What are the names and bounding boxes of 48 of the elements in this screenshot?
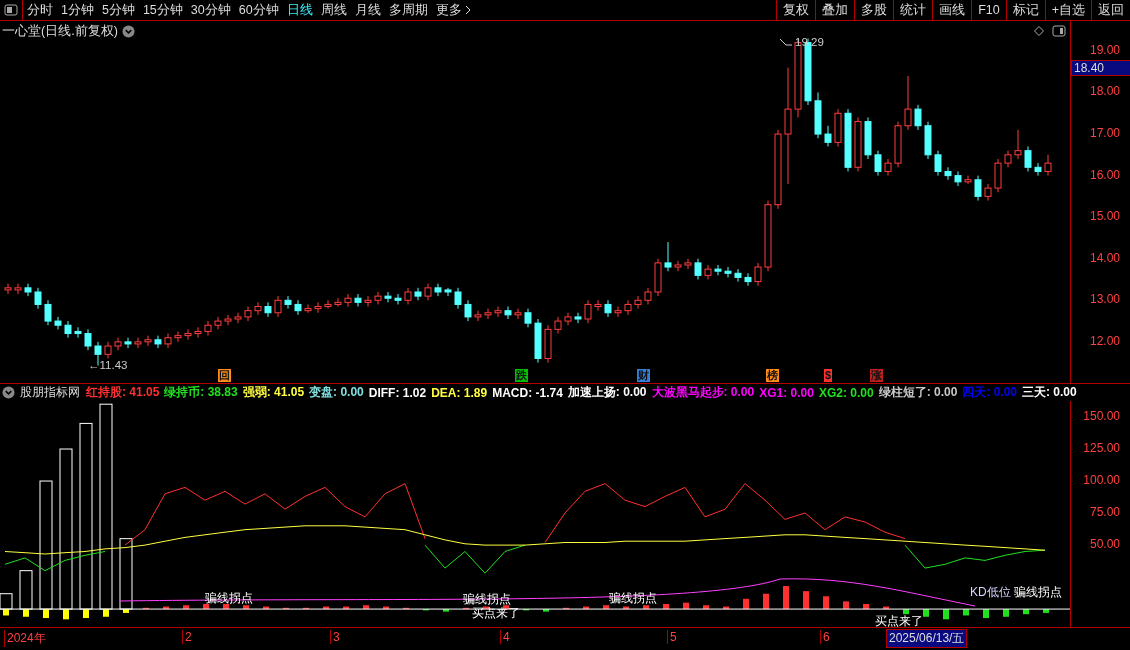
buy-signal-label: 买点来了 [472,607,520,619]
price-axis-label: 14.00 [1089,250,1120,265]
date-axis-label: 2024年 [4,630,46,647]
price-axis-label: 16.00 [1089,167,1120,182]
indicator-axis-label: 50.00 [1089,537,1120,552]
indicator-axis-label: 150.00 [1083,409,1120,423]
indicator-value: DIFF: 1.02 [368,385,427,400]
pivot-signal-label: 骗线拐点 [1014,584,1062,601]
price-axis-label: 17.00 [1089,126,1120,141]
low-price-label: ←11.43 [88,359,128,371]
indicator-value: 红持股: 41.05 [86,384,160,401]
indicator-value: 强弱: 41.05 [242,384,305,401]
indicator-value: XG2: 0.00 [818,385,874,400]
indicator-value: DEA: 1.89 [431,385,488,400]
indicator-name: 股朋指标网 [20,384,80,401]
signal-marker: 跌 [515,369,528,382]
signal-marker: $ [824,369,833,382]
indicator-value: 四天: 0.00 [962,384,1017,401]
indicator-value: 变盘: 0.00 [309,384,364,401]
indicator-value: 大波黑马起步: 0.00 [651,384,755,401]
indicator-value: 绿柱短了: 0.00 [878,384,958,401]
date-axis-label: 3 [330,630,340,644]
price-axis-label: 13.00 [1089,292,1120,307]
date-axis-label: 2 [182,630,192,644]
price-axis-label: 15.00 [1089,209,1120,224]
signal-marker: 榜 [766,369,779,382]
cursor-date-label: 2025/06/13/五 [886,629,968,648]
indicator-value: MACD: -1.74 [492,385,563,400]
date-axis-label: 5 [667,630,677,644]
date-axis-label: 6 [820,630,830,644]
indicator-value: XG1: 0.00 [759,385,814,400]
buy-signal-label: 买点来了 [875,615,923,627]
low-signal-label: KD低位 [970,584,1011,601]
signal-marker: 回 [218,369,231,382]
signal-marker: 涨 [870,369,883,382]
indicator-axis-label: 75.00 [1089,505,1120,520]
price-axis-label: 19.00 [1089,42,1120,57]
signal-marker: 财 [637,369,650,382]
price-axis-label: 18.00 [1089,84,1120,99]
indicator-value: 加速上扬: 0.00 [567,384,647,401]
current-price-label: 18.40 [1071,60,1130,76]
indicator-value: 绿持币: 38.83 [164,384,238,401]
price-axis-label: 12.00 [1089,333,1120,348]
chart-title: 一心堂(日线.前复权) [2,23,118,40]
date-axis-label: 4 [500,630,510,644]
indicator-value: 三天: 0.00 [1022,384,1077,401]
indicator-axis-label: 100.00 [1083,473,1120,487]
indicator-axis-label: 125.00 [1083,441,1120,455]
